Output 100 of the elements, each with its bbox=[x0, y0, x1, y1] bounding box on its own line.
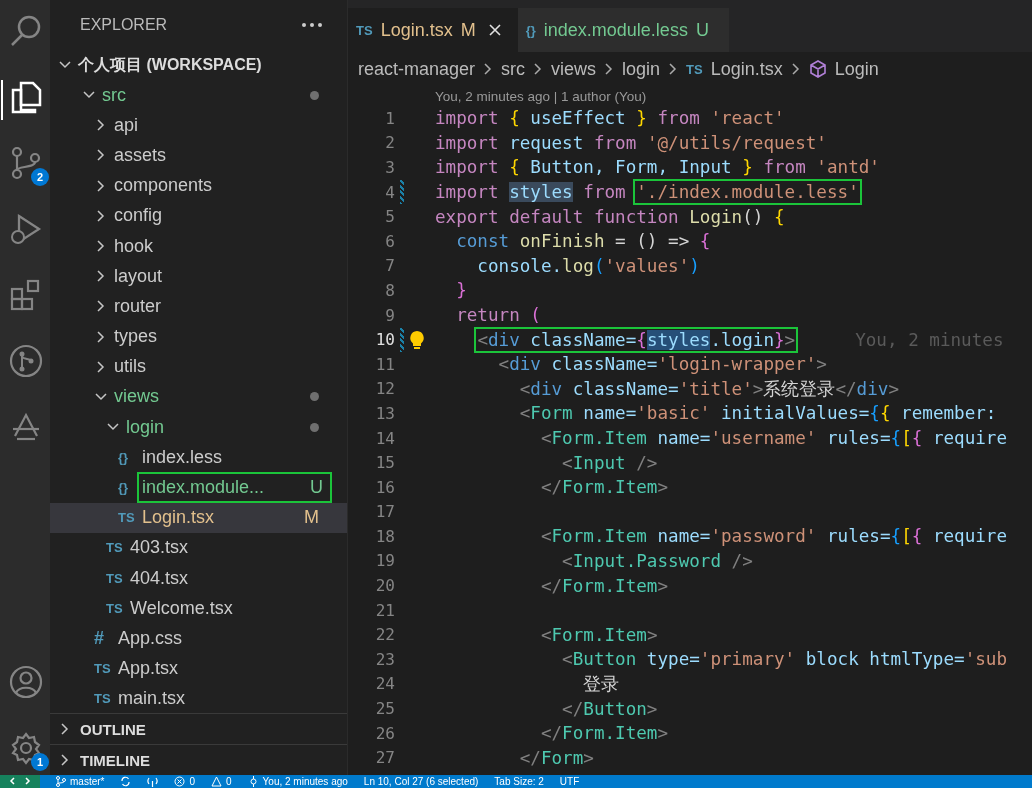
line-number: 16 bbox=[374, 477, 395, 497]
activity-button[interactable]: 1 bbox=[1, 731, 49, 771]
account-icon bbox=[9, 665, 43, 699]
code-lens[interactable]: You, 2 minutes ago | 1 author (You) bbox=[435, 88, 647, 104]
file-type-icon: TS bbox=[118, 510, 136, 526]
breadcrumb-item[interactable]: Login.tsx bbox=[710, 58, 783, 80]
file-type-icon: TS bbox=[356, 22, 373, 38]
code-line: </Button> bbox=[561, 697, 659, 721]
folder-item[interactable]: config bbox=[50, 200, 347, 231]
folder-item[interactable]: assets bbox=[50, 140, 347, 171]
source-control-icon bbox=[9, 146, 43, 180]
run-debug-icon bbox=[9, 212, 43, 246]
line-number: 17 bbox=[374, 502, 395, 522]
code-line: <Input.Password /> bbox=[561, 550, 754, 573]
file-type-icon: {} bbox=[118, 480, 136, 496]
line-number: 21 bbox=[374, 600, 395, 620]
file-item[interactable]: # App.css bbox=[50, 623, 347, 654]
close-icon[interactable] bbox=[487, 23, 502, 37]
line-number: 10 bbox=[374, 330, 395, 350]
folder-item[interactable]: components bbox=[50, 170, 347, 201]
file-name: router bbox=[114, 295, 163, 317]
file-name: Login.tsx bbox=[142, 507, 216, 529]
file-type-icon: TS bbox=[106, 600, 124, 616]
breadcrumb-item[interactable]: src bbox=[501, 58, 526, 80]
folder-item[interactable]: hook bbox=[50, 230, 347, 262]
file-name: assets bbox=[114, 144, 168, 166]
breadcrumb-item[interactable]: login bbox=[622, 58, 661, 80]
line-number: 24 bbox=[374, 674, 395, 694]
file-item[interactable]: {} index.module... U bbox=[50, 472, 347, 503]
file-name: login bbox=[126, 416, 166, 438]
folder-item[interactable]: login bbox=[50, 412, 347, 443]
editor-tab[interactable]: {} index.module.less U bbox=[517, 8, 729, 52]
commit-icon[interactable] bbox=[247, 776, 259, 787]
line-number: 25 bbox=[374, 699, 395, 719]
code-line: <Form.Item> bbox=[539, 623, 659, 647]
file-item[interactable]: TS App.tsx bbox=[50, 653, 347, 684]
file-name: layout bbox=[114, 265, 164, 287]
status-text[interactable]: 0 bbox=[189, 776, 195, 787]
folder-item[interactable]: layout bbox=[50, 261, 347, 292]
line-number: 7 bbox=[384, 256, 395, 276]
code-line: </Form.Item> bbox=[539, 574, 670, 598]
files-icon bbox=[9, 80, 43, 114]
line-number: 11 bbox=[374, 354, 395, 374]
line-number: 18 bbox=[374, 526, 395, 546]
file-item[interactable]: TS main.tsx bbox=[50, 683, 347, 713]
antenna-icon[interactable] bbox=[147, 776, 159, 787]
code-line: </Form> bbox=[518, 746, 595, 770]
status-text[interactable]: 0 bbox=[226, 776, 232, 787]
folder-item[interactable]: src bbox=[50, 80, 347, 111]
sync-icon[interactable] bbox=[120, 776, 132, 787]
workspace-header[interactable]: 个人项目 (WORKSPACE) bbox=[50, 50, 347, 80]
section-header[interactable]: OUTLINE bbox=[50, 713, 347, 744]
error-icon[interactable] bbox=[174, 776, 186, 787]
tab-label: index.module.less bbox=[543, 19, 688, 41]
warning-icon[interactable] bbox=[211, 776, 222, 787]
code-line: <Form name='basic' initialValues={{ remember: bbox=[518, 402, 998, 426]
file-item[interactable]: TS Welcome.tsx bbox=[50, 593, 347, 624]
line-number: 13 bbox=[374, 403, 395, 423]
file-item[interactable]: TS 403.tsx bbox=[50, 532, 347, 563]
line-number: 3 bbox=[384, 158, 395, 177]
code-line: 登录 bbox=[582, 672, 621, 696]
breadcrumb-item[interactable]: react-manager bbox=[358, 58, 476, 80]
git-status-letter: U bbox=[310, 477, 323, 499]
file-type-icon: TS bbox=[94, 661, 112, 677]
file-item[interactable]: TS 404.tsx bbox=[50, 563, 347, 594]
branch-icon[interactable] bbox=[56, 776, 66, 787]
code-line: <div className='title'>系统登录</div> bbox=[518, 377, 900, 401]
code-line: console.log('values') bbox=[476, 254, 701, 278]
status-text[interactable]: UTF bbox=[559, 776, 580, 787]
chevron-icon bbox=[604, 62, 615, 76]
folder-item[interactable]: utils bbox=[50, 351, 347, 382]
breadcrumb-item[interactable]: views bbox=[551, 58, 597, 80]
more-icon[interactable] bbox=[301, 22, 323, 28]
chevron-icon bbox=[790, 62, 801, 76]
folder-item[interactable]: api bbox=[50, 110, 347, 141]
folder-item[interactable]: types bbox=[50, 321, 347, 352]
file-item[interactable]: {} index.less bbox=[50, 442, 347, 473]
file-name: index.module... bbox=[142, 477, 265, 499]
chevron-icon bbox=[533, 62, 544, 76]
file-type-icon: TS bbox=[686, 61, 703, 77]
remote-icon[interactable] bbox=[0, 775, 40, 788]
editor-tab[interactable]: TS Login.tsx M bbox=[348, 8, 518, 52]
folder-item[interactable]: views bbox=[50, 381, 347, 413]
panel-title: EXPLORER bbox=[80, 16, 168, 34]
line-number: 26 bbox=[374, 723, 395, 743]
section-title: OUTLINE bbox=[80, 720, 146, 738]
folder-item[interactable]: router bbox=[50, 291, 347, 322]
status-text[interactable]: You, 2 minutes ago bbox=[262, 776, 348, 787]
status-text[interactable]: Ln 10, Col 27 (6 selected) bbox=[363, 776, 479, 787]
line-number: 19 bbox=[374, 551, 395, 571]
breadcrumb-item[interactable]: Login bbox=[834, 58, 879, 80]
lightbulb-icon[interactable] bbox=[409, 329, 425, 350]
file-item[interactable]: TS Login.tsx M bbox=[50, 502, 347, 533]
status-text[interactable]: Tab Size: 2 bbox=[494, 776, 544, 787]
line-number: 23 bbox=[374, 649, 395, 669]
status-text[interactable]: master* bbox=[70, 776, 105, 787]
activity-button[interactable]: 2 bbox=[1, 146, 49, 186]
line-number: 2 bbox=[384, 133, 395, 153]
code-line: </Form.Item> bbox=[539, 722, 670, 746]
code-line: import request from '@/utils/request' bbox=[434, 131, 828, 155]
